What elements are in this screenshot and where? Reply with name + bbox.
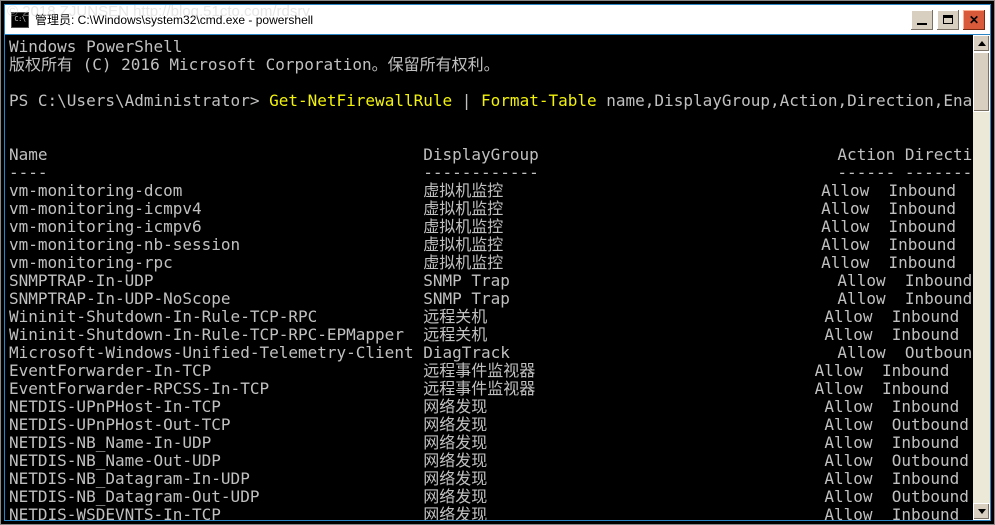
scroll-up-button[interactable] [973,35,990,52]
close-icon: ✕ [969,14,979,26]
header-line1: Windows PowerShell [9,37,182,56]
table-row: SNMPTRAP-In-UDP SNMP Trap Allow Inbound … [9,271,990,290]
chevron-down-icon [978,509,986,514]
minimize-button[interactable] [910,9,934,31]
table-row: NETDIS-NB_Name-Out-UDP 网络发现 Allow Outbou… [9,451,990,470]
table-row: SNMPTRAP-In-UDP-NoScope SNMP Trap Allow … [9,289,990,308]
prompt-path: PS C:\Users\Administrator> [9,91,269,110]
table-row: NETDIS-NB_Datagram-Out-UDP 网络发现 Allow Ou… [9,487,990,506]
maximize-button[interactable] [936,9,960,31]
table-row: NETDIS-WSDEVNTS-In-TCP 网络发现 Allow Inboun… [9,505,990,520]
cmdlet-get: Get-NetFirewallRule [269,91,452,110]
screenshot-frame: © 2018 ZJUNSEN http://blog.51cto.com/rds… [0,0,995,525]
table-row: NETDIS-UPnPHost-In-TCP 网络发现 Allow Inboun… [9,397,990,416]
table-row: NETDIS-NB_Name-In-UDP 网络发现 Allow Inbound… [9,433,990,452]
window-title: 管理员: C:\Windows\system32\cmd.exe - power… [35,11,910,28]
table-row: vm-monitoring-nb-session 虚拟机监控 Allow Inb… [9,235,990,254]
header-line2: 版权所有 (C) 2016 Microsoft Corporation。保留所有… [9,55,500,74]
table-row: vm-monitoring-icmpv6 虚拟机监控 Allow Inbound… [9,217,990,236]
vertical-scrollbar[interactable] [973,35,990,520]
table-row: EventForwarder-RPCSS-In-TCP 远程事件监视器 Allo… [9,379,990,398]
cmd-args: name,DisplayGroup,Action,Direction,Enabl… [597,91,990,110]
table-header: Name DisplayGroup Action Direction Enabl… [9,145,990,164]
table-row: NETDIS-NB_Datagram-In-UDP 网络发现 Allow Inb… [9,469,990,488]
scroll-down-button[interactable] [973,503,990,520]
terminal-area[interactable]: Windows PowerShell 版权所有 (C) 2016 Microso… [5,35,990,520]
maximize-icon [943,15,953,24]
scroll-thumb[interactable] [973,52,990,112]
chevron-up-icon [978,41,986,46]
titlebar[interactable]: C:\ 管理员: C:\Windows\system32\cmd.exe - p… [5,5,990,35]
minimize-icon [917,23,927,25]
scroll-track[interactable] [973,52,990,503]
console-window: C:\ 管理员: C:\Windows\system32\cmd.exe - p… [4,4,991,521]
table-row: Microsoft-Windows-Unified-Telemetry-Clie… [9,343,990,362]
cmd-icon: C:\ [11,12,29,28]
table-row: vm-monitoring-rpc 虚拟机监控 Allow Inbound Fa… [9,253,990,272]
table-row: Wininit-Shutdown-In-Rule-TCP-RPC-EPMappe… [9,325,990,344]
table-row: NETDIS-UPnPHost-Out-TCP 网络发现 Allow Outbo… [9,415,990,434]
window-controls: ✕ [910,9,986,31]
table-row: vm-monitoring-icmpv4 虚拟机监控 Allow Inbound… [9,199,990,218]
close-button[interactable]: ✕ [962,9,986,31]
table-row: EventForwarder-In-TCP 远程事件监视器 Allow Inbo… [9,361,990,380]
cmdlet-format: Format-Table [481,91,597,110]
table-header-sep: ---- ------------ ------ --------- -----… [9,163,990,182]
table-row: vm-monitoring-dcom 虚拟机监控 Allow Inbound F… [9,181,990,200]
table-row: Wininit-Shutdown-In-Rule-TCP-RPC 远程关机 Al… [9,307,990,326]
